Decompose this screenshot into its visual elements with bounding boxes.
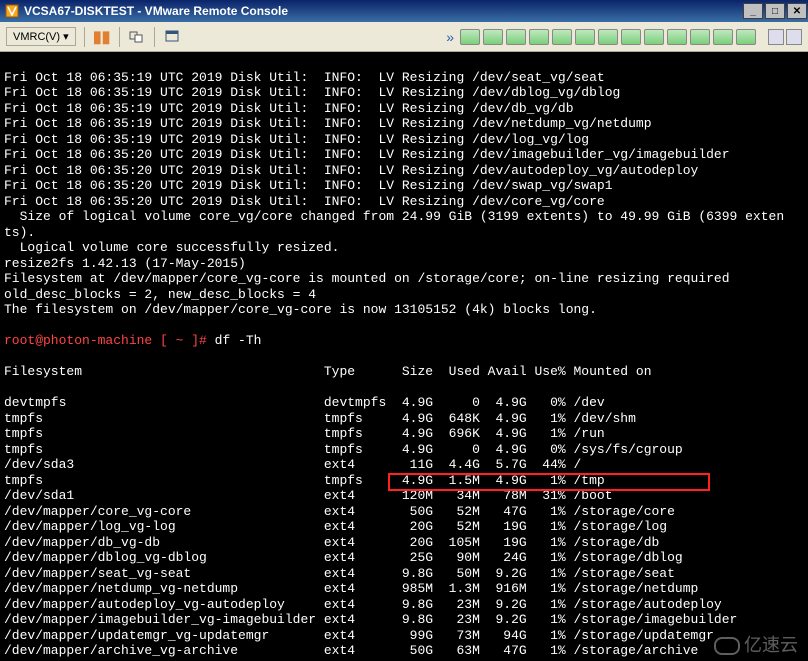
device-7-icon[interactable] [598, 29, 618, 45]
window-controls: _ □ ✕ [742, 3, 808, 19]
df-row: devtmpfs devtmpfs 4.9G 0 4.9G 0% /dev [4, 395, 804, 411]
device-icons [460, 29, 756, 45]
chevron-right-icon: » [446, 29, 454, 45]
df-row: tmpfs tmpfs 4.9G 0 4.9G 0% /sys/fs/cgrou… [4, 442, 804, 458]
df-header-row: Filesystem Type Size Used Avail Use% Mou… [4, 364, 804, 380]
pause-icon[interactable]: ▮▮ [93, 28, 111, 46]
log-line: Filesystem at /dev/mapper/core_vg-core i… [4, 271, 804, 287]
log-line: Fri Oct 18 06:35:20 UTC 2019 Disk Util: … [4, 163, 804, 179]
device-12-icon[interactable] [713, 29, 733, 45]
device-3-icon[interactable] [506, 29, 526, 45]
device-11-icon[interactable] [690, 29, 710, 45]
log-line: old_desc_blocks = 2, new_desc_blocks = 4 [4, 287, 804, 303]
shell-prompt-1: root@photon-machine [ ~ ]# [4, 333, 215, 348]
df-row: /dev/mapper/db_vg-db ext4 20G 105M 19G 1… [4, 535, 804, 551]
df-row: /dev/sda1 ext4 120M 34M 78M 31% /boot [4, 488, 804, 504]
device-1-icon[interactable] [460, 29, 480, 45]
maximize-button[interactable]: □ [765, 3, 785, 19]
df-row: /dev/mapper/updatemgr_vg-updatemgr ext4 … [4, 628, 804, 644]
df-row: tmpfs tmpfs 4.9G 696K 4.9G 1% /run [4, 426, 804, 442]
shell-command-1: df -Th [215, 333, 262, 348]
fullscreen-icon[interactable] [163, 28, 181, 46]
device-4-icon[interactable] [529, 29, 549, 45]
df-row: /dev/mapper/log_vg-log ext4 20G 52M 19G … [4, 519, 804, 535]
df-row: /dev/mapper/seat_vg-seat ext4 9.8G 50M 9… [4, 566, 804, 582]
log-line: Fri Oct 18 06:35:19 UTC 2019 Disk Util: … [4, 85, 804, 101]
device-2-icon[interactable] [483, 29, 503, 45]
send-keys-icon[interactable] [128, 28, 146, 46]
df-row: /dev/mapper/autodeploy_vg-autodeploy ext… [4, 597, 804, 613]
log-line: Logical volume core successfully resized… [4, 240, 804, 256]
device-5-icon[interactable] [552, 29, 572, 45]
device-13-icon[interactable] [736, 29, 756, 45]
log-line: resize2fs 1.42.13 (17-May-2015) [4, 256, 804, 272]
log-line: Fri Oct 18 06:35:19 UTC 2019 Disk Util: … [4, 70, 804, 86]
vmrc-menu-button[interactable]: VMRC(V) ▾ [6, 27, 76, 46]
df-row: /dev/mapper/archive_vg-archive ext4 50G … [4, 643, 804, 659]
device-10-icon[interactable] [667, 29, 687, 45]
log-line: Fri Oct 18 06:35:20 UTC 2019 Disk Util: … [4, 178, 804, 194]
log-line: Fri Oct 18 06:35:19 UTC 2019 Disk Util: … [4, 116, 804, 132]
device-6-icon[interactable] [575, 29, 595, 45]
toolbar: VMRC(V) ▾ ▮▮ » [0, 22, 808, 52]
device-9-icon[interactable] [644, 29, 664, 45]
extra-tool-2-icon[interactable] [786, 29, 802, 45]
log-line: ts). [4, 225, 804, 241]
log-line: The filesystem on /dev/mapper/core_vg-co… [4, 302, 804, 318]
df-row: tmpfs tmpfs 4.9G 648K 4.9G 1% /dev/shm [4, 411, 804, 427]
log-line: Fri Oct 18 06:35:19 UTC 2019 Disk Util: … [4, 132, 804, 148]
window-titlebar: VCSA67-DISKTEST - VMware Remote Console … [0, 0, 808, 22]
cloud-icon [714, 637, 740, 655]
device-8-icon[interactable] [621, 29, 641, 45]
log-line: Size of logical volume core_vg/core chan… [4, 209, 804, 225]
console-output[interactable]: Fri Oct 18 06:35:19 UTC 2019 Disk Util: … [0, 52, 808, 661]
df-row: tmpfs tmpfs 4.9G 1.5M 4.9G 1% /tmp [4, 473, 804, 489]
df-row: /dev/mapper/imagebuilder_vg-imagebuilder… [4, 612, 804, 628]
close-button[interactable]: ✕ [787, 3, 807, 19]
log-line: Fri Oct 18 06:35:19 UTC 2019 Disk Util: … [4, 101, 804, 117]
vmware-icon [4, 3, 20, 19]
log-line: Fri Oct 18 06:35:20 UTC 2019 Disk Util: … [4, 147, 804, 163]
extra-tool-1-icon[interactable] [768, 29, 784, 45]
log-line: Fri Oct 18 06:35:20 UTC 2019 Disk Util: … [4, 194, 804, 210]
df-row: /dev/mapper/dblog_vg-dblog ext4 25G 90M … [4, 550, 804, 566]
minimize-button[interactable]: _ [743, 3, 763, 19]
window-title: VCSA67-DISKTEST - VMware Remote Console [24, 4, 288, 18]
df-row: /dev/mapper/core_vg-core ext4 50G 52M 47… [4, 504, 804, 520]
watermark: 亿速云 [714, 637, 798, 655]
df-row: /dev/sda3 ext4 11G 4.4G 5.7G 44% / [4, 457, 804, 473]
df-row: /dev/mapper/netdump_vg-netdump ext4 985M… [4, 581, 804, 597]
